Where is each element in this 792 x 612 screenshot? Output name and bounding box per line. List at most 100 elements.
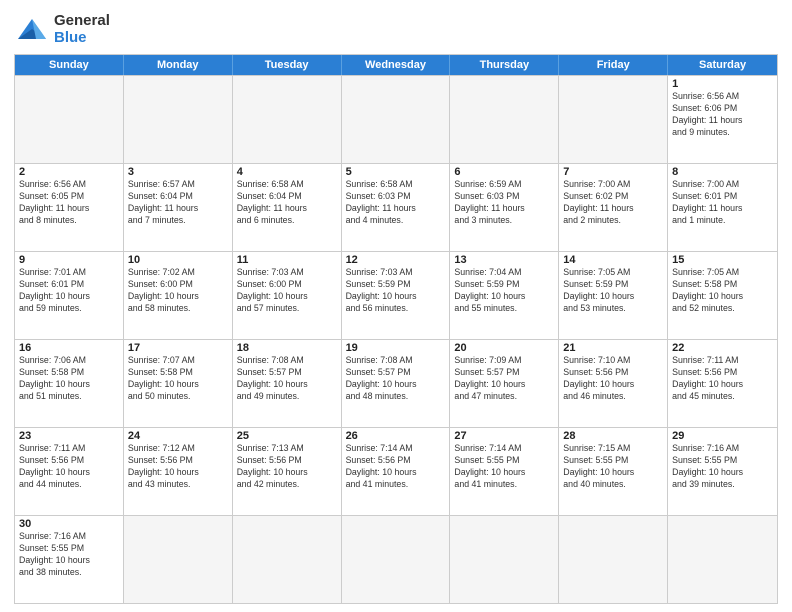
day-number: 19 bbox=[346, 342, 446, 354]
weekday-header-thursday: Thursday bbox=[450, 55, 559, 75]
day-info: Sunrise: 7:08 AM Sunset: 5:57 PM Dayligh… bbox=[237, 355, 337, 403]
calendar-cell bbox=[342, 516, 451, 603]
calendar-cell: 8Sunrise: 7:00 AM Sunset: 6:01 PM Daylig… bbox=[668, 164, 777, 251]
day-number: 13 bbox=[454, 254, 554, 266]
day-info: Sunrise: 7:01 AM Sunset: 6:01 PM Dayligh… bbox=[19, 267, 119, 315]
day-number: 4 bbox=[237, 166, 337, 178]
day-info: Sunrise: 7:15 AM Sunset: 5:55 PM Dayligh… bbox=[563, 443, 663, 491]
calendar-cell: 22Sunrise: 7:11 AM Sunset: 5:56 PM Dayli… bbox=[668, 340, 777, 427]
calendar-row: 9Sunrise: 7:01 AM Sunset: 6:01 PM Daylig… bbox=[15, 251, 777, 339]
calendar-body: 1Sunrise: 6:56 AM Sunset: 6:06 PM Daylig… bbox=[15, 75, 777, 603]
calendar-cell: 15Sunrise: 7:05 AM Sunset: 5:58 PM Dayli… bbox=[668, 252, 777, 339]
day-info: Sunrise: 6:58 AM Sunset: 6:03 PM Dayligh… bbox=[346, 179, 446, 227]
calendar-header: SundayMondayTuesdayWednesdayThursdayFrid… bbox=[15, 55, 777, 75]
calendar-cell: 21Sunrise: 7:10 AM Sunset: 5:56 PM Dayli… bbox=[559, 340, 668, 427]
calendar-cell bbox=[450, 76, 559, 163]
calendar-cell: 16Sunrise: 7:06 AM Sunset: 5:58 PM Dayli… bbox=[15, 340, 124, 427]
calendar-cell: 13Sunrise: 7:04 AM Sunset: 5:59 PM Dayli… bbox=[450, 252, 559, 339]
day-number: 27 bbox=[454, 430, 554, 442]
day-info: Sunrise: 7:13 AM Sunset: 5:56 PM Dayligh… bbox=[237, 443, 337, 491]
weekday-header-monday: Monday bbox=[124, 55, 233, 75]
day-number: 11 bbox=[237, 254, 337, 266]
calendar-row: 30Sunrise: 7:16 AM Sunset: 5:55 PM Dayli… bbox=[15, 515, 777, 603]
calendar-cell: 24Sunrise: 7:12 AM Sunset: 5:56 PM Dayli… bbox=[124, 428, 233, 515]
calendar-cell: 3Sunrise: 6:57 AM Sunset: 6:04 PM Daylig… bbox=[124, 164, 233, 251]
calendar-cell: 19Sunrise: 7:08 AM Sunset: 5:57 PM Dayli… bbox=[342, 340, 451, 427]
day-info: Sunrise: 6:59 AM Sunset: 6:03 PM Dayligh… bbox=[454, 179, 554, 227]
day-number: 26 bbox=[346, 430, 446, 442]
day-number: 28 bbox=[563, 430, 663, 442]
day-number: 6 bbox=[454, 166, 554, 178]
calendar-cell bbox=[233, 76, 342, 163]
calendar-row: 2Sunrise: 6:56 AM Sunset: 6:05 PM Daylig… bbox=[15, 163, 777, 251]
calendar-cell bbox=[124, 76, 233, 163]
day-number: 30 bbox=[19, 518, 119, 530]
day-info: Sunrise: 7:00 AM Sunset: 6:02 PM Dayligh… bbox=[563, 179, 663, 227]
calendar-cell bbox=[450, 516, 559, 603]
weekday-header-sunday: Sunday bbox=[15, 55, 124, 75]
day-info: Sunrise: 7:08 AM Sunset: 5:57 PM Dayligh… bbox=[346, 355, 446, 403]
logo: General Blue bbox=[14, 12, 110, 46]
day-info: Sunrise: 7:14 AM Sunset: 5:55 PM Dayligh… bbox=[454, 443, 554, 491]
day-number: 20 bbox=[454, 342, 554, 354]
calendar-cell: 18Sunrise: 7:08 AM Sunset: 5:57 PM Dayli… bbox=[233, 340, 342, 427]
day-number: 18 bbox=[237, 342, 337, 354]
day-info: Sunrise: 7:11 AM Sunset: 5:56 PM Dayligh… bbox=[672, 355, 773, 403]
day-info: Sunrise: 6:56 AM Sunset: 6:05 PM Dayligh… bbox=[19, 179, 119, 227]
calendar-cell bbox=[124, 516, 233, 603]
logo-icon bbox=[14, 15, 50, 43]
day-info: Sunrise: 7:16 AM Sunset: 5:55 PM Dayligh… bbox=[672, 443, 773, 491]
day-info: Sunrise: 7:12 AM Sunset: 5:56 PM Dayligh… bbox=[128, 443, 228, 491]
calendar-cell: 26Sunrise: 7:14 AM Sunset: 5:56 PM Dayli… bbox=[342, 428, 451, 515]
day-info: Sunrise: 7:16 AM Sunset: 5:55 PM Dayligh… bbox=[19, 531, 119, 579]
calendar-cell bbox=[668, 516, 777, 603]
calendar-cell: 27Sunrise: 7:14 AM Sunset: 5:55 PM Dayli… bbox=[450, 428, 559, 515]
day-number: 3 bbox=[128, 166, 228, 178]
day-info: Sunrise: 7:03 AM Sunset: 6:00 PM Dayligh… bbox=[237, 267, 337, 315]
calendar-cell: 5Sunrise: 6:58 AM Sunset: 6:03 PM Daylig… bbox=[342, 164, 451, 251]
day-number: 22 bbox=[672, 342, 773, 354]
weekday-header-saturday: Saturday bbox=[668, 55, 777, 75]
calendar-row: 1Sunrise: 6:56 AM Sunset: 6:06 PM Daylig… bbox=[15, 75, 777, 163]
day-number: 24 bbox=[128, 430, 228, 442]
calendar-cell bbox=[559, 516, 668, 603]
day-info: Sunrise: 7:03 AM Sunset: 5:59 PM Dayligh… bbox=[346, 267, 446, 315]
day-info: Sunrise: 7:10 AM Sunset: 5:56 PM Dayligh… bbox=[563, 355, 663, 403]
day-info: Sunrise: 7:00 AM Sunset: 6:01 PM Dayligh… bbox=[672, 179, 773, 227]
page: General Blue SundayMondayTuesdayWednesda… bbox=[0, 0, 792, 612]
calendar-cell: 23Sunrise: 7:11 AM Sunset: 5:56 PM Dayli… bbox=[15, 428, 124, 515]
day-info: Sunrise: 6:57 AM Sunset: 6:04 PM Dayligh… bbox=[128, 179, 228, 227]
day-number: 12 bbox=[346, 254, 446, 266]
day-number: 16 bbox=[19, 342, 119, 354]
day-number: 1 bbox=[672, 78, 773, 90]
day-info: Sunrise: 7:04 AM Sunset: 5:59 PM Dayligh… bbox=[454, 267, 554, 315]
day-info: Sunrise: 6:56 AM Sunset: 6:06 PM Dayligh… bbox=[672, 91, 773, 139]
calendar-cell: 30Sunrise: 7:16 AM Sunset: 5:55 PM Dayli… bbox=[15, 516, 124, 603]
weekday-header-friday: Friday bbox=[559, 55, 668, 75]
day-number: 25 bbox=[237, 430, 337, 442]
day-number: 8 bbox=[672, 166, 773, 178]
calendar-cell: 10Sunrise: 7:02 AM Sunset: 6:00 PM Dayli… bbox=[124, 252, 233, 339]
calendar-cell bbox=[559, 76, 668, 163]
day-number: 10 bbox=[128, 254, 228, 266]
calendar: SundayMondayTuesdayWednesdayThursdayFrid… bbox=[14, 54, 778, 604]
day-number: 14 bbox=[563, 254, 663, 266]
weekday-header-wednesday: Wednesday bbox=[342, 55, 451, 75]
calendar-cell: 28Sunrise: 7:15 AM Sunset: 5:55 PM Dayli… bbox=[559, 428, 668, 515]
calendar-cell: 7Sunrise: 7:00 AM Sunset: 6:02 PM Daylig… bbox=[559, 164, 668, 251]
calendar-cell bbox=[15, 76, 124, 163]
day-info: Sunrise: 6:58 AM Sunset: 6:04 PM Dayligh… bbox=[237, 179, 337, 227]
calendar-cell: 2Sunrise: 6:56 AM Sunset: 6:05 PM Daylig… bbox=[15, 164, 124, 251]
calendar-cell bbox=[342, 76, 451, 163]
day-info: Sunrise: 7:05 AM Sunset: 5:58 PM Dayligh… bbox=[672, 267, 773, 315]
calendar-cell: 4Sunrise: 6:58 AM Sunset: 6:04 PM Daylig… bbox=[233, 164, 342, 251]
calendar-cell: 17Sunrise: 7:07 AM Sunset: 5:58 PM Dayli… bbox=[124, 340, 233, 427]
calendar-cell: 29Sunrise: 7:16 AM Sunset: 5:55 PM Dayli… bbox=[668, 428, 777, 515]
calendar-cell: 20Sunrise: 7:09 AM Sunset: 5:57 PM Dayli… bbox=[450, 340, 559, 427]
day-info: Sunrise: 7:06 AM Sunset: 5:58 PM Dayligh… bbox=[19, 355, 119, 403]
day-info: Sunrise: 7:07 AM Sunset: 5:58 PM Dayligh… bbox=[128, 355, 228, 403]
weekday-header-tuesday: Tuesday bbox=[233, 55, 342, 75]
day-number: 29 bbox=[672, 430, 773, 442]
logo-text: General Blue bbox=[54, 12, 110, 46]
day-number: 5 bbox=[346, 166, 446, 178]
